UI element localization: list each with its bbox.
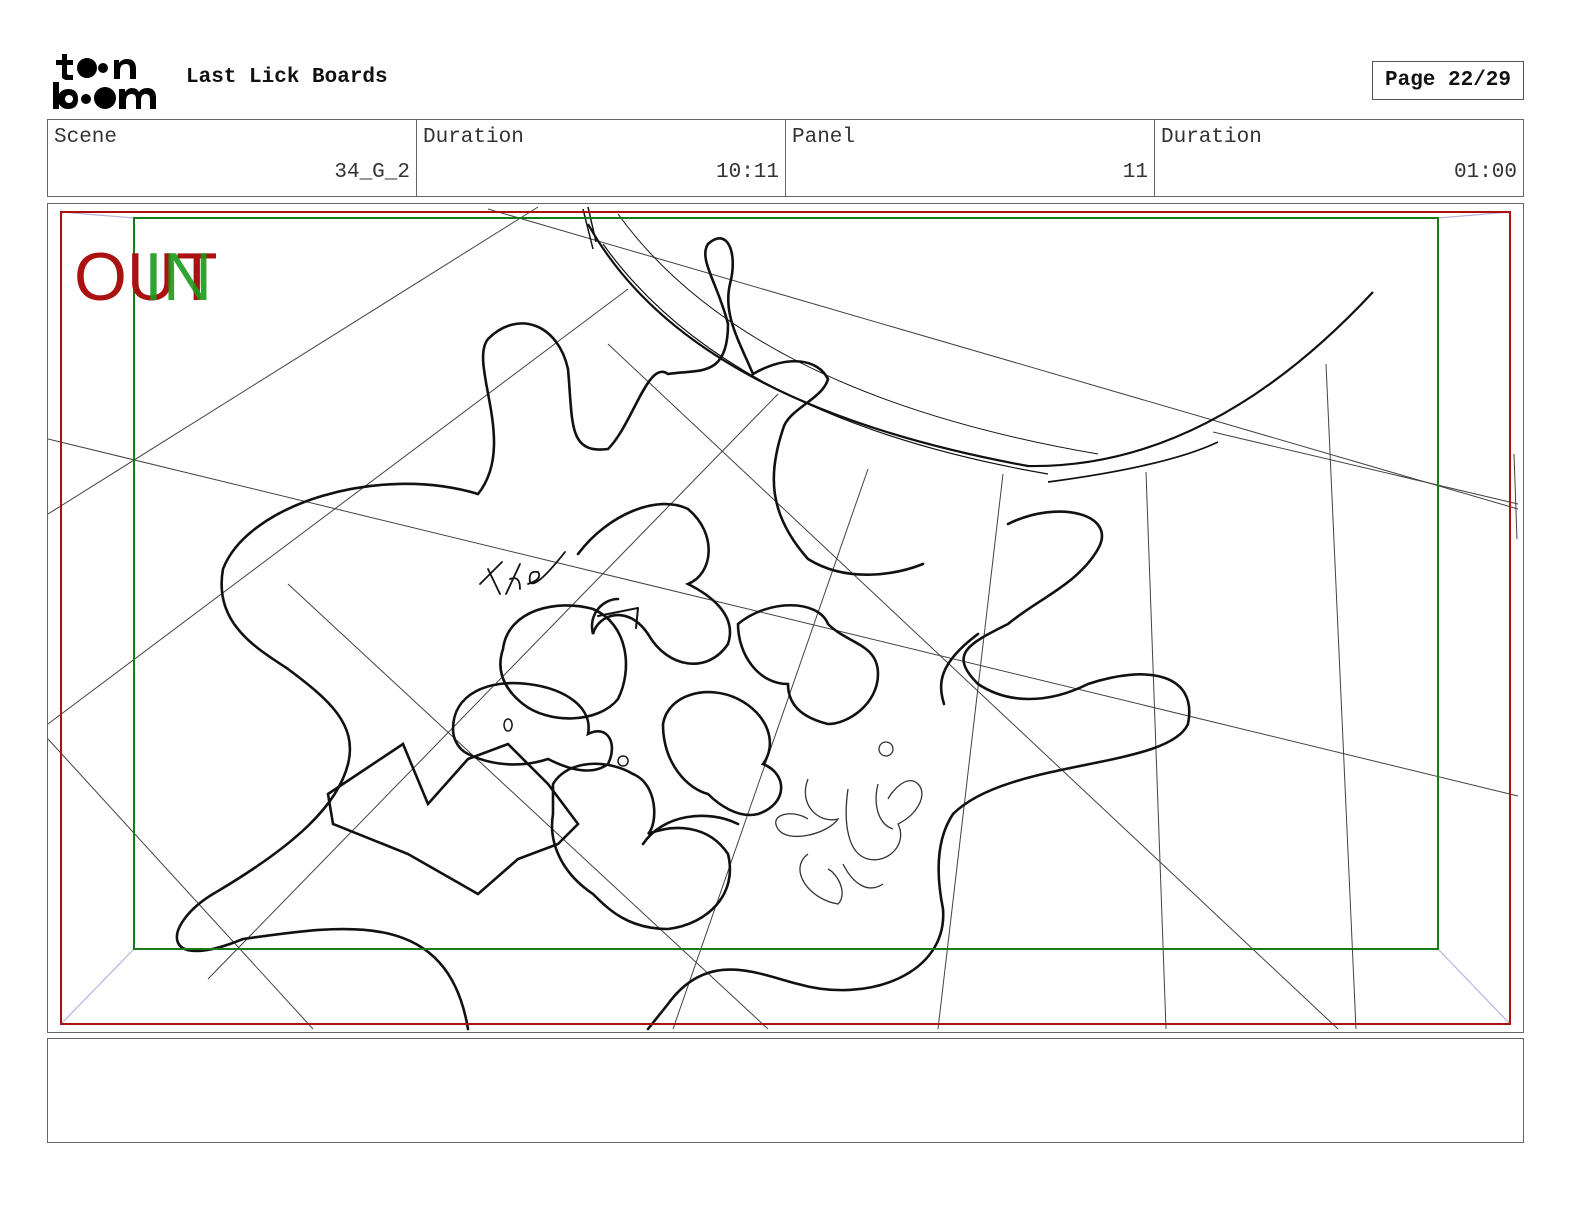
bowl-arc xyxy=(582,206,1374,483)
storyboard-panel: OUT IN xyxy=(47,203,1524,1033)
bubble-lettering xyxy=(451,502,880,931)
panel-info-row: Scene 34_G_2 Duration 10:11 Panel 11 Dur… xyxy=(47,119,1524,197)
splash-outline xyxy=(175,237,1191,1031)
sketch-the-word xyxy=(479,551,566,595)
panel-value: 11 xyxy=(1122,161,1148,184)
panel-sketch: OUT IN xyxy=(48,206,1519,1031)
project-title: Last Lick Boards xyxy=(186,66,388,89)
panel-label: Panel xyxy=(792,126,856,149)
scene-duration-cell: Duration 10:11 xyxy=(417,120,786,196)
camera-in-frame xyxy=(133,217,1439,950)
scene-value: 34_G_2 xyxy=(334,161,410,184)
panel-duration-cell: Duration 01:00 xyxy=(1155,120,1523,196)
page-indicator: Page 22/29 xyxy=(1372,61,1524,100)
panel-duration-label: Duration xyxy=(1161,126,1262,149)
scene-cell: Scene 34_G_2 xyxy=(48,120,417,196)
scene-label: Scene xyxy=(54,126,118,149)
panel-cell: Panel 11 xyxy=(786,120,1155,196)
toon-boom-logo xyxy=(52,52,164,110)
camera-in-label: IN xyxy=(144,239,212,315)
scene-duration-label: Duration xyxy=(423,126,524,149)
panel-duration-value: 01:00 xyxy=(1453,161,1517,184)
character-sketch xyxy=(775,741,923,905)
panel-notes-box[interactable] xyxy=(47,1038,1524,1143)
floor-grid xyxy=(48,206,1519,1030)
scene-duration-value: 10:11 xyxy=(715,161,779,184)
